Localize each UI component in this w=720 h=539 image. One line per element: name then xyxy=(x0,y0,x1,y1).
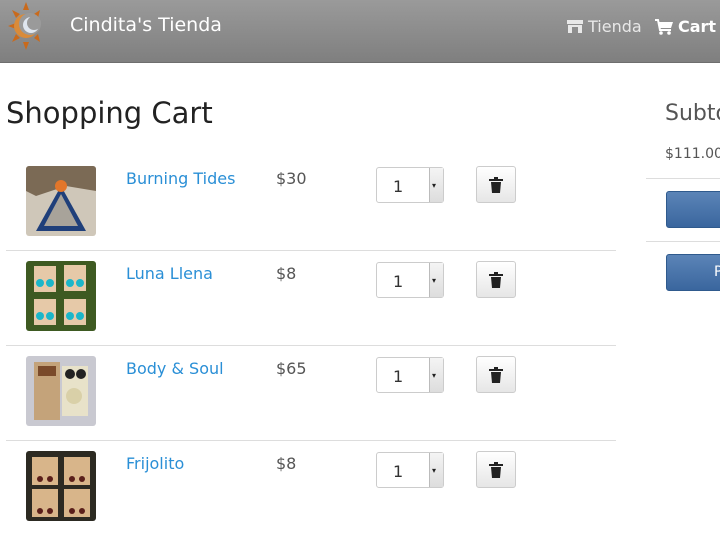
quantity-value: 1 xyxy=(393,462,404,481)
product-price: $8 xyxy=(276,264,297,283)
quantity-dropdown-arrow[interactable]: ▾ xyxy=(429,263,443,297)
page-title: Shopping Cart xyxy=(6,96,213,130)
store-icon xyxy=(567,20,583,33)
delete-button[interactable] xyxy=(476,451,516,488)
nav-cart-label: Cart xyxy=(678,17,717,36)
quantity-dropdown-arrow[interactable]: ▾ xyxy=(429,453,443,487)
caret-down-icon: ▾ xyxy=(432,371,437,380)
delete-button[interactable] xyxy=(476,166,516,203)
quantity-select[interactable]: 1 ▾ xyxy=(376,452,444,488)
brand-title[interactable]: Cindita's Tienda xyxy=(70,14,222,36)
product-name-link[interactable]: Luna Llena xyxy=(126,264,213,283)
product-image[interactable] xyxy=(26,166,96,236)
divider xyxy=(646,241,720,242)
checkout-button[interactable]: P xyxy=(666,254,720,291)
product-price: $65 xyxy=(276,359,307,378)
quantity-select[interactable]: 1 ▾ xyxy=(376,357,444,393)
trash-icon xyxy=(489,176,503,193)
order-summary-panel: Subtotal $111.00 P xyxy=(646,62,720,539)
cart-item-row: Luna Llena $8 1 ▾ xyxy=(6,250,616,346)
caret-down-icon: ▾ xyxy=(432,276,437,285)
quantity-select[interactable]: 1 ▾ xyxy=(376,262,444,298)
delete-button[interactable] xyxy=(476,261,516,298)
quantity-value: 1 xyxy=(393,367,404,386)
trash-icon xyxy=(489,366,503,383)
nav-tienda-label: Tienda xyxy=(588,17,642,36)
primary-action-button[interactable] xyxy=(666,191,720,228)
product-name-link[interactable]: Frijolito xyxy=(126,454,184,473)
trash-icon xyxy=(489,461,503,478)
product-name-link[interactable]: Body & Soul xyxy=(126,359,224,378)
sun-moon-logo-icon[interactable] xyxy=(8,2,48,50)
checkout-button-label: P xyxy=(714,264,720,280)
quantity-value: 1 xyxy=(393,177,404,196)
caret-down-icon: ▾ xyxy=(432,466,437,475)
quantity-value: 1 xyxy=(393,272,404,291)
quantity-dropdown-arrow[interactable]: ▾ xyxy=(429,168,443,202)
cart-item-row: Burning Tides $30 1 ▾ xyxy=(6,155,616,251)
product-price: $8 xyxy=(276,454,297,473)
caret-down-icon: ▾ xyxy=(432,181,437,190)
cart-item-row: Body & Soul $65 1 ▾ xyxy=(6,345,616,441)
product-image[interactable] xyxy=(26,261,96,331)
delete-button[interactable] xyxy=(476,356,516,393)
divider xyxy=(646,178,720,179)
cart-icon xyxy=(655,18,673,35)
product-image[interactable] xyxy=(26,356,96,426)
subtotal-value: $111.00 xyxy=(665,146,720,162)
product-image[interactable] xyxy=(26,451,96,521)
product-name-link[interactable]: Burning Tides xyxy=(126,169,235,188)
cart-item-row: Frijolito $8 1 ▾ xyxy=(6,440,616,535)
quantity-dropdown-arrow[interactable]: ▾ xyxy=(429,358,443,392)
product-price: $30 xyxy=(276,169,307,188)
subtotal-heading: Subtotal xyxy=(665,101,720,126)
navbar: Cindita's Tienda Tienda Cart xyxy=(0,0,720,63)
nav-tienda-link[interactable]: Tienda xyxy=(566,17,642,36)
nav-cart-link[interactable]: Cart xyxy=(655,17,716,36)
trash-icon xyxy=(489,271,503,288)
quantity-select[interactable]: 1 ▾ xyxy=(376,167,444,203)
